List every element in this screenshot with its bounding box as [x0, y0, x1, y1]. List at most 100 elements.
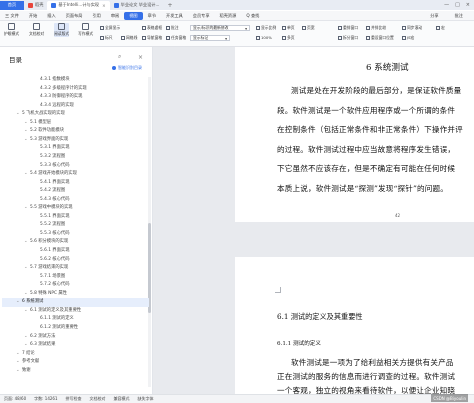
toc-item[interactable]: 5.5.1 界面实现: [40, 214, 70, 220]
toc-item[interactable]: 5.3 游戏界面的实现: [30, 137, 68, 143]
chevron-down-icon[interactable]: ⌄: [16, 111, 20, 117]
menu-right-0[interactable]: 分享: [425, 13, 443, 19]
writing-mode-button[interactable]: 写作模式: [78, 23, 93, 37]
toc-item[interactable]: 5.1 模型层: [30, 120, 51, 126]
menu-item-6[interactable]: 视图: [124, 11, 143, 20]
page-indicator[interactable]: 页面: 48/60: [0, 396, 30, 402]
toc-item[interactable]: 6.2 测试方法: [30, 334, 55, 340]
toc-item[interactable]: 5.5.2 流程图: [40, 222, 65, 228]
task-pane-toggle[interactable]: 任务窗格: [166, 35, 186, 41]
toc-item[interactable]: 4.3.3 防御程序的实现: [40, 94, 82, 100]
missing-font-status[interactable]: 缺失字体: [134, 396, 158, 402]
reading-layout-button[interactable]: 阅读版式: [54, 23, 70, 37]
toc-item[interactable]: 5 飞机大战实现的实现: [22, 111, 65, 117]
search-command-input[interactable]: Q 查找: [241, 13, 264, 19]
zoom-100-button[interactable]: 100%: [256, 35, 272, 40]
toc-item[interactable]: 5.7.2 核心代码: [40, 282, 70, 288]
word-count[interactable]: 字数: 14261: [30, 396, 61, 402]
maximize-icon[interactable]: □: [455, 2, 460, 8]
toc-item[interactable]: 5.4.1 界面实现: [40, 180, 70, 186]
single-page-button[interactable]: 单页: [282, 25, 295, 31]
smart-toc-button[interactable]: 智能识别目录: [112, 65, 142, 71]
split-window-button[interactable]: 拆分窗口: [338, 35, 358, 41]
chevron-down-icon[interactable]: ⌄: [16, 351, 20, 357]
chevron-down-icon[interactable]: ⌄: [24, 308, 28, 314]
toc-item[interactable]: 6.1.1 测试的定义: [40, 316, 74, 322]
search-icon[interactable]: ⌕: [118, 53, 121, 61]
comment-toggle[interactable]: 批注: [166, 25, 179, 31]
toc-item[interactable]: 5.5.3 核心代码: [40, 231, 70, 237]
ruler-toggle[interactable]: 标尺: [100, 35, 113, 41]
doc-proof-status[interactable]: 文档校对: [86, 396, 110, 402]
close-icon[interactable]: ×: [466, 2, 470, 8]
chevron-down-icon[interactable]: ⌄: [24, 120, 28, 126]
menu-item-5[interactable]: 审阅: [106, 13, 124, 19]
toc-item[interactable]: 参考文献: [22, 359, 39, 365]
close-icon[interactable]: ×: [138, 54, 143, 61]
menu-item-3[interactable]: 页面布局: [61, 13, 88, 19]
toc-item[interactable]: 5.5 游戏中模块的实现: [30, 205, 73, 211]
minimize-icon[interactable]: —: [444, 2, 449, 8]
chevron-down-icon[interactable]: ⌄: [16, 368, 20, 374]
show-markup-select[interactable]: 显示标记 ▾: [190, 35, 230, 41]
macro-button[interactable]: 宏: [436, 25, 445, 31]
multi-page-button[interactable]: 多页: [282, 35, 295, 41]
toc-item[interactable]: 5.4.2 流程图: [40, 188, 65, 194]
toc-item[interactable]: 5.3.3 核心代码: [40, 163, 70, 169]
chevron-down-icon[interactable]: ⌄: [24, 128, 28, 134]
menu-item-8[interactable]: 开发工具: [161, 13, 188, 19]
close-tab-icon[interactable]: ×: [102, 3, 106, 8]
menu-right-1[interactable]: 批注: [450, 13, 468, 19]
tab-document-2[interactable]: 毕业论文 毕业设计...: [110, 1, 164, 10]
toc-item[interactable]: 6.1.2 测试的重要性: [40, 325, 78, 331]
toc-item[interactable]: 4.3.2 多级程序计的实现: [40, 86, 87, 92]
toc-item[interactable]: 5.6 积分模块的实现: [30, 239, 68, 245]
fullscreen-button[interactable]: 全屏显示: [100, 25, 120, 31]
reset-window-button[interactable]: 重设窗口位置: [366, 35, 394, 41]
toc-item[interactable]: 致谢: [22, 368, 31, 374]
chevron-down-icon[interactable]: ⌄: [24, 291, 28, 297]
toc-item[interactable]: 4.3.1 指数模块: [40, 77, 70, 83]
menu-item-2[interactable]: 插入: [42, 13, 60, 19]
markup-view-select[interactable]: 显示/标识的最新修改 ▾: [190, 25, 250, 31]
tab-home[interactable]: 首页: [0, 0, 24, 10]
toc-item[interactable]: 5.8 特殊 NPC 属性: [30, 291, 67, 297]
menu-item-10[interactable]: 稻壳资源: [215, 13, 242, 19]
chevron-down-icon[interactable]: ⌄: [24, 239, 28, 245]
toc-item[interactable]: 5.4.3 核心代码: [40, 197, 70, 203]
toc-item[interactable]: 5.7.1 场景图: [40, 274, 65, 280]
menu-item-7[interactable]: 章节: [143, 13, 161, 19]
toc-item[interactable]: 5.2 软件功能模块: [30, 128, 64, 134]
toc-item[interactable]: 5.3.1 界面实现: [40, 145, 70, 151]
toc-item[interactable]: 5.3.2 流程图: [40, 154, 65, 160]
doc-proof-button[interactable]: 文档校对: [29, 23, 44, 37]
menu-item-4[interactable]: 引用: [87, 13, 105, 19]
toc-item[interactable]: 7 结论: [22, 351, 35, 357]
tab-document[interactable]: 基于Intelli...计与实现 ×: [47, 0, 110, 10]
zoom-ratio-button[interactable]: 显示比例: [256, 25, 276, 31]
chevron-down-icon[interactable]: ⌄: [24, 334, 28, 340]
tab-docer[interactable]: 稻壳: [24, 1, 47, 10]
arrange-windows-button[interactable]: 重排窗口: [338, 25, 358, 31]
chevron-down-icon[interactable]: ⌄: [24, 137, 28, 143]
chevron-down-icon[interactable]: ⌄: [24, 171, 28, 177]
toc-item[interactable]: 6 系统测试: [22, 299, 43, 305]
nav-pane-toggle[interactable]: 导航窗格: [142, 35, 162, 41]
toc-item[interactable]: 5.7 游戏结束的实现: [30, 265, 68, 271]
toc-item[interactable]: 4.3.4 远程的实现: [40, 103, 74, 109]
side-by-side-button[interactable]: 并排比较: [366, 25, 386, 31]
gridline-toggle[interactable]: 网格线: [121, 35, 137, 41]
new-tab-button[interactable]: +: [163, 2, 176, 9]
toc-item[interactable]: 5.6.2 核心代码: [40, 257, 70, 263]
toc-item[interactable]: 5.6.1 界面实现: [40, 248, 70, 254]
menu-item-9[interactable]: 会员专享: [188, 13, 215, 19]
chevron-down-icon[interactable]: ⌄: [24, 342, 28, 348]
chevron-down-icon[interactable]: ⌄: [16, 359, 20, 365]
menu-item-0[interactable]: 三 文件: [0, 13, 24, 19]
toc-item[interactable]: 5.4 游戏开始模块的实现: [30, 171, 77, 177]
toc-item[interactable]: 6.3 测试结果: [30, 342, 55, 348]
sync-scroll-button[interactable]: 同步滚动: [402, 25, 422, 31]
eye-protection-button[interactable]: 护眼模式: [4, 23, 19, 37]
chevron-down-icon[interactable]: ⌄: [16, 299, 20, 305]
chevron-down-icon[interactable]: ⌄: [24, 205, 28, 211]
